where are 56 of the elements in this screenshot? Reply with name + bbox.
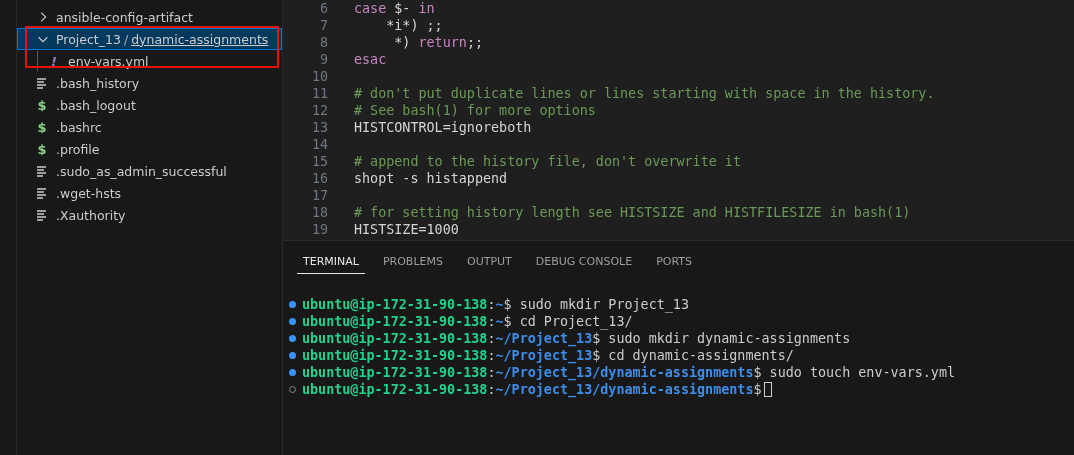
terminal-line: ubuntu@ip-172-31-90-138:~/Project_13$ sudo mkdir dynamic-assignments: [302, 331, 851, 346]
line-number: 19: [310, 222, 328, 237]
lines-icon: [36, 187, 48, 199]
code-line: HISTCONTROL=ignoreboth: [354, 120, 532, 135]
dollar-icon: $: [36, 143, 48, 155]
code-line: # don't put duplicate lines or lines starting with space in the history.: [354, 86, 935, 101]
code-line: HISTSIZE=1000: [354, 222, 459, 237]
panel-tab[interactable]: DEBUG CONSOLE: [529, 251, 639, 274]
line-number: 8: [318, 35, 328, 50]
explorer-item[interactable]: .wget-hsts: [17, 182, 282, 204]
terminal-line: ubuntu@ip-172-31-90-138:~/Project_13/dynamic-assignments$: [302, 382, 762, 397]
lines-icon: [36, 209, 48, 221]
code-line: esac: [354, 52, 387, 67]
panel-tab[interactable]: PORTS: [650, 251, 698, 274]
dollar-icon: $: [36, 99, 48, 111]
terminal-line: ubuntu@ip-172-31-90-138:~$ cd Project_13/: [302, 314, 633, 329]
explorer-item[interactable]: .Xauthority: [17, 204, 282, 226]
explorer-item[interactable]: $ .profile: [17, 138, 282, 160]
panel-tab[interactable]: TERMINAL: [297, 251, 365, 274]
explorer-item[interactable]: ansible-config-artifact: [17, 6, 282, 28]
explorer-item[interactable]: .sudo_as_admin_successful: [17, 160, 282, 182]
terminal-line: ubuntu@ip-172-31-90-138:~/Project_13/dynamic-assignments$ sudo touch env-vars.yml: [302, 365, 956, 380]
line-number: 17: [310, 188, 328, 203]
explorer-item[interactable]: $ .bashrc: [17, 116, 282, 138]
terminal-line: ubuntu@ip-172-31-90-138:~/Project_13$ cd dynamic-assignments/: [302, 348, 794, 363]
explorer-item[interactable]: .bash_history: [17, 72, 282, 94]
line-number: 6: [318, 1, 328, 16]
line-number: 18: [310, 205, 328, 220]
code-line: # See bash(1) for more options: [354, 103, 596, 118]
line-number: 16: [310, 171, 328, 186]
line-number: 15: [310, 154, 328, 169]
code-line: # append to the history file, don't overwrite it: [354, 154, 741, 169]
code-line: *i*) ;;: [385, 18, 443, 33]
code-line: shopt -s histappend: [354, 171, 508, 186]
terminal-line: ubuntu@ip-172-31-90-138:~$ sudo mkdir Project_13: [302, 297, 689, 312]
text-cursor: [763, 382, 772, 397]
explorer-item[interactable]: $ .bash_logout: [17, 94, 282, 116]
code-line: # for setting history length see HISTSIZE and HISTFILESIZE in bash(1): [354, 205, 911, 220]
explorer-item[interactable]: Project_13 / dynamic-assignments: [17, 28, 282, 50]
code-line: case $- in: [354, 1, 435, 16]
panel-tab[interactable]: OUTPUT: [461, 251, 518, 274]
line-number: 7: [318, 18, 328, 33]
panel-tab[interactable]: PROBLEMS: [376, 251, 449, 274]
line-number: 11: [310, 86, 328, 101]
line-number: 14: [310, 137, 328, 152]
exclamation-icon: !: [48, 55, 60, 67]
lines-icon: [36, 165, 48, 177]
line-number: 13: [310, 120, 328, 135]
explorer-item[interactable]: ! env-vars.yml: [37, 50, 282, 72]
line-number: 12: [310, 103, 328, 118]
dollar-icon: $: [36, 121, 48, 133]
code-line: *) return;;: [393, 35, 483, 50]
path-separator: /: [123, 31, 129, 47]
lines-icon: [36, 77, 48, 89]
line-number: 10: [310, 69, 328, 84]
line-number: 9: [318, 52, 328, 67]
